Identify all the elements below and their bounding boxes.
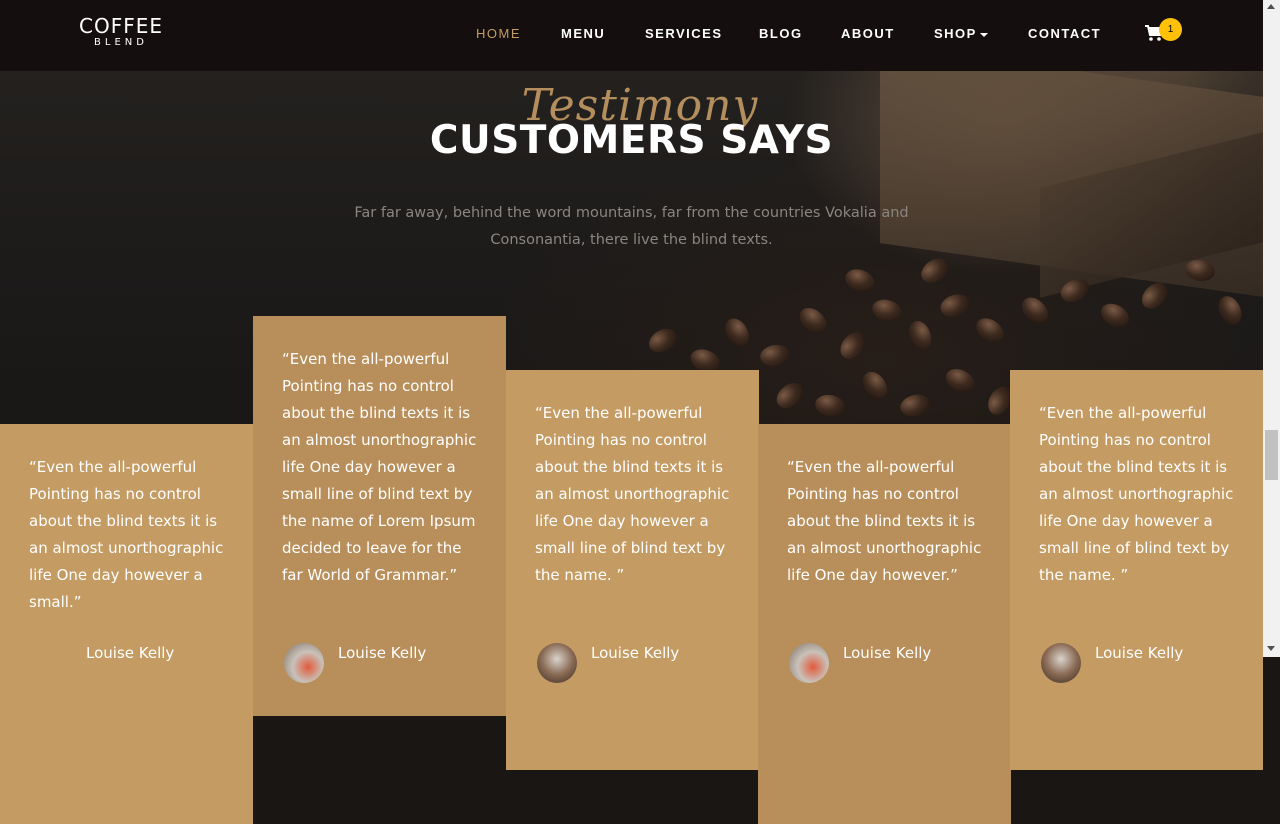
nav-item-shop[interactable]: SHOP [934,26,988,41]
testimonial-quote: “Even the all-powerful Pointing has no c… [535,404,730,584]
testimonial-author: Louise Kelly [284,643,426,683]
author-name: Louise Kelly [843,644,932,662]
nav-item-contact[interactable]: CONTACT [1028,26,1101,41]
author-name: Louise Kelly [338,644,427,662]
navbar: COFFEE BLEND HOME MENU SERVICES BLOG ABO… [0,0,1280,71]
testimonial-author: Louise Kelly [86,643,174,683]
author-name: Louise Kelly [1095,644,1184,662]
nav-item-menu[interactable]: MENU [561,26,605,41]
brand-name: COFFEE [79,14,163,38]
scrollbar-track[interactable] [1263,0,1280,657]
author-name: Louise Kelly [591,644,680,662]
testimonial-quote: “Even the all-powerful Pointing has no c… [29,458,224,611]
section-heading: CUSTOMERS SAYS [429,118,834,163]
scroll-up-arrow-icon[interactable] [1267,4,1275,9]
cart-count-badge: 1 [1159,18,1182,41]
scrollbar-thumb[interactable] [1265,430,1278,480]
testimonial-card: “Even the all-powerful Pointing has no c… [253,316,506,716]
nav-item-services[interactable]: SERVICES [645,26,723,41]
testimonial-quote: “Even the all-powerful Pointing has no c… [282,350,477,584]
testimonial-quote: “Even the all-powerful Pointing has no c… [1039,404,1234,584]
caret-down-icon [979,32,988,37]
avatar [1041,643,1081,683]
testimonial-author: Louise Kelly [537,643,679,683]
testimonial-card: “Even the all-powerful Pointing has no c… [0,424,253,824]
brand-logo[interactable]: COFFEE BLEND [78,15,164,49]
testimonial-author: Louise Kelly [1041,643,1183,683]
nav-item-shop-label: SHOP [934,26,977,41]
brand-tagline: BLEND [94,37,148,48]
nav-item-blog[interactable]: BLOG [759,26,803,41]
avatar [284,643,324,683]
testimonial-quote: “Even the all-powerful Pointing has no c… [787,458,982,584]
avatar [789,643,829,683]
nav-item-about[interactable]: ABOUT [841,26,895,41]
nav-item-home[interactable]: HOME [476,26,521,41]
testimonial-author: Louise Kelly [789,643,931,683]
testimonial-card: “Even the all-powerful Pointing has no c… [1010,370,1263,770]
author-name: Louise Kelly [86,644,175,662]
scroll-down-arrow-icon[interactable] [1267,646,1275,651]
testimonial-card: “Even the all-powerful Pointing has no c… [758,424,1011,824]
section-description: Far far away, behind the word mountains,… [354,205,909,248]
testimonial-card: “Even the all-powerful Pointing has no c… [506,370,759,770]
avatar [537,643,577,683]
